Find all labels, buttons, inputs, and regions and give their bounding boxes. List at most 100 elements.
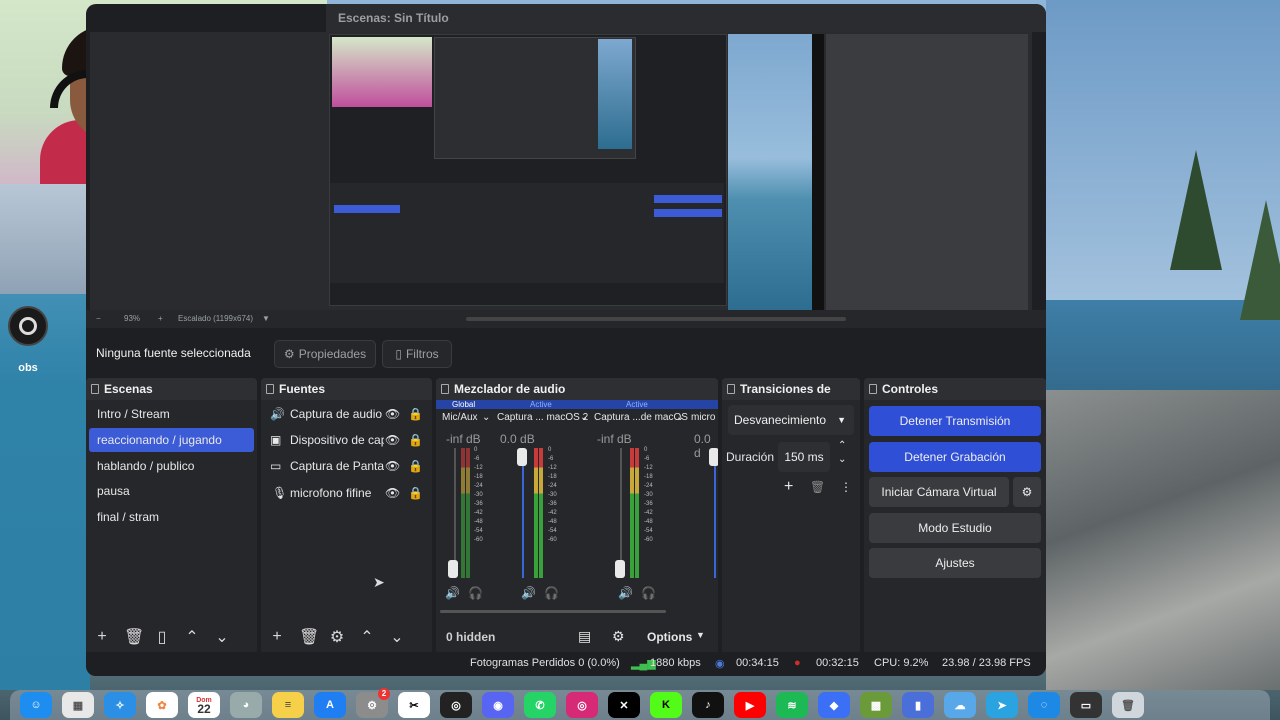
finder-icon[interactable]: ☺ — [20, 692, 52, 718]
stop-stream-button[interactable]: Detener Transmisión — [869, 406, 1041, 436]
gear-icon[interactable]: ⚙ — [1013, 477, 1041, 507]
fader-knob[interactable] — [448, 560, 458, 578]
source-item[interactable]: 🎙 microfono fifine — [264, 481, 384, 505]
spotify-icon[interactable]: ≋ — [776, 692, 808, 718]
whatsapp-icon[interactable]: ✆ — [524, 692, 556, 718]
eye-icon[interactable]: 👁 — [385, 433, 400, 447]
arrow-up-icon[interactable]: ⌃ — [184, 627, 200, 647]
chevron-down-icon[interactable]: ⌄ — [580, 412, 588, 423]
stop-recording-button[interactable]: Detener Grabación — [869, 442, 1041, 472]
gear-icon[interactable]: ⚙ — [612, 628, 625, 645]
tiktok-icon[interactable]: ♪ — [692, 692, 724, 718]
volume-fader[interactable] — [454, 448, 456, 578]
zoom-out-button[interactable]: − — [96, 314, 101, 323]
trash-icon[interactable]: 🗑 — [810, 480, 825, 494]
zoom-in-button[interactable]: + — [158, 314, 163, 323]
lock-icon[interactable]: 🔒 — [408, 486, 423, 500]
duration-input[interactable]: 150 ms — [778, 442, 830, 472]
fader-knob[interactable] — [615, 560, 625, 578]
gear-icon[interactable]: ⚙ — [329, 627, 345, 647]
trash-icon[interactable]: 🗑 — [124, 627, 144, 647]
add-icon[interactable]: + — [269, 628, 285, 646]
discord-icon[interactable]: ◉ — [482, 692, 514, 718]
mixer-scrollbar[interactable] — [440, 610, 666, 613]
arrow-up-icon[interactable]: ⌃ — [359, 627, 375, 647]
fader-knob[interactable] — [517, 448, 527, 466]
add-icon[interactable]: + — [94, 628, 110, 646]
arrow-down-icon[interactable]: ⌄ — [214, 627, 230, 647]
weather-icon[interactable]: ☁ — [944, 692, 976, 718]
preview-scrollbar[interactable] — [466, 317, 846, 321]
launchpad-icon[interactable]: ▦ — [62, 692, 94, 718]
virtual-camera-button[interactable]: Iniciar Cámara Virtual — [869, 477, 1009, 507]
headphones-icon[interactable]: 🎧 — [468, 586, 483, 600]
speaker-icon[interactable]: 🔊 — [521, 586, 536, 600]
app-icon[interactable]: ▮ — [902, 692, 934, 718]
add-icon[interactable]: + — [784, 478, 793, 496]
scene-item[interactable]: final / stram — [89, 505, 254, 529]
kick-icon[interactable]: K — [650, 692, 682, 718]
filters-button[interactable]: ▯ Filtros — [382, 340, 452, 368]
source-item[interactable]: 🔊 Captura de audio — [264, 402, 429, 426]
safari-icon[interactable]: ✧ — [104, 692, 136, 718]
obs-app-icon[interactable] — [8, 306, 48, 346]
volume-fader[interactable] — [620, 448, 622, 578]
volume-fader[interactable] — [714, 448, 716, 578]
properties-button[interactable]: ⚙ Propiedades — [274, 340, 376, 368]
trash-icon[interactable]: 🗑 — [1112, 692, 1144, 718]
headphones-icon[interactable]: 🎧 — [544, 586, 559, 600]
app-store-icon[interactable]: A — [314, 692, 346, 718]
messenger-icon[interactable]: ◌ — [1028, 692, 1060, 718]
youtube-icon[interactable]: ▶ — [734, 692, 766, 718]
lock-icon[interactable]: 🔒 — [408, 433, 423, 447]
chevron-down-icon[interactable]: ⌄ — [482, 412, 490, 423]
arrow-down-icon[interactable]: ⌄ — [389, 627, 405, 647]
hidden-count[interactable]: 0 hidden — [446, 630, 495, 644]
chevron-up-icon[interactable]: ⌃ — [838, 440, 846, 451]
system-settings-icon[interactable]: ⚙ 2 — [356, 688, 390, 718]
chevron-down-icon[interactable]: ⌄ — [676, 412, 684, 423]
scene-item[interactable]: Intro / Stream — [89, 402, 254, 426]
wallpaper-tree — [1170, 150, 1222, 270]
capcut-icon[interactable]: ✂ — [398, 692, 430, 718]
layout-icon[interactable]: ▤ — [578, 628, 591, 645]
eye-icon[interactable]: 👁 — [385, 407, 400, 421]
scene-item-selected[interactable]: reaccionando / jugando — [89, 428, 254, 452]
filter-icon[interactable]: ▯ — [154, 627, 170, 647]
instagram-icon[interactable]: ◎ — [566, 692, 598, 718]
chevron-down-icon[interactable]: ⌄ — [838, 454, 846, 465]
calendar-icon[interactable]: Dom 22 — [188, 692, 220, 718]
transition-select[interactable]: Desvanecimiento ▼ — [728, 405, 854, 435]
studio-mode-button[interactable]: Modo Estudio — [869, 513, 1041, 543]
source-item[interactable]: ▣ Dispositivo de cap — [264, 428, 384, 452]
headphones-icon[interactable]: 🎧 — [641, 586, 656, 600]
volume-fader[interactable] — [522, 448, 524, 578]
caret-down-icon[interactable]: ▼ — [696, 630, 705, 640]
settings-button[interactable]: Ajustes — [869, 548, 1041, 578]
source-item[interactable]: ▭ Captura de Pantal — [264, 454, 384, 478]
chevron-down-icon[interactable]: ▼ — [262, 314, 270, 323]
contacts-icon[interactable]: ◕ — [230, 692, 262, 718]
eye-icon[interactable]: 👁 — [385, 459, 400, 473]
trash-icon[interactable]: 🗑 — [299, 627, 319, 647]
options-button[interactable]: Options — [647, 630, 692, 644]
window-preview-icon[interactable]: ▭ — [1070, 692, 1102, 718]
roblox-icon[interactable]: ◆ — [818, 692, 850, 718]
telegram-icon[interactable]: ➤ — [986, 692, 1018, 718]
speaker-icon[interactable]: 🔊 — [618, 586, 633, 600]
speaker-icon[interactable]: 🔊 — [445, 586, 460, 600]
fader-knob[interactable] — [709, 448, 718, 466]
lock-icon[interactable]: 🔒 — [408, 459, 423, 473]
notes-icon[interactable]: ≡ — [272, 692, 304, 718]
scene-item[interactable]: pausa — [89, 479, 254, 503]
scale-select[interactable]: Escalado (1199x674) — [178, 314, 253, 323]
lock-icon[interactable]: 🔒 — [408, 407, 423, 421]
more-icon[interactable]: ⋮ — [840, 480, 852, 494]
photos-icon[interactable]: ✿ — [146, 692, 178, 718]
minecraft-icon[interactable]: ▩ — [860, 692, 892, 718]
eye-icon[interactable]: 👁 — [385, 486, 400, 500]
x-icon[interactable]: ✕ — [608, 692, 640, 718]
monitor-icon: ▭ — [270, 459, 282, 473]
obs-icon[interactable]: ◎ — [440, 692, 472, 718]
scene-item[interactable]: hablando / publico — [89, 454, 254, 478]
